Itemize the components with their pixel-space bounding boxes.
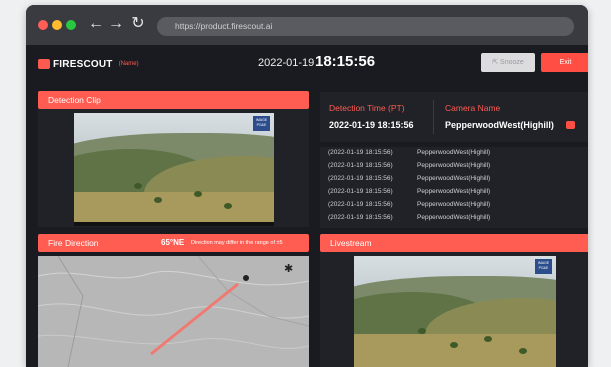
fire-direction-note: Direction may differ in the range of ±5	[191, 240, 283, 246]
detection-info-panel: Detection Time (PT) 2022-01-19 18:15:56 …	[320, 92, 588, 142]
detection-clip-image[interactable]: IMAGE PG&E	[74, 113, 274, 226]
log-row[interactable]: (2022-01-19 18:15:56) PepperwoodWest(High…	[328, 186, 578, 198]
current-time: 18:15:56	[315, 53, 376, 70]
camera-name-label: Camera Name	[445, 103, 501, 113]
maximize-window-button[interactable]	[66, 20, 76, 30]
livestream-header: Livestream	[320, 234, 588, 252]
close-window-button[interactable]	[38, 20, 48, 30]
browser-window: ← → ↻ https://product.firescout.ai FIRES…	[26, 5, 588, 367]
livestream-video[interactable]: IMAGE PG&E	[354, 256, 556, 367]
log-row[interactable]: (2022-01-19 18:15:56) PepperwoodWest(High…	[328, 147, 578, 159]
pge-badge: IMAGE PG&E	[535, 259, 552, 274]
top-bar: FIRESCOUT (Name) 2022-01-19 18:15:56 ⇱ S…	[26, 45, 588, 81]
browser-toolbar: ← → ↻ https://product.firescout.ai	[26, 5, 588, 45]
app-content: FIRESCOUT (Name) 2022-01-19 18:15:56 ⇱ S…	[26, 45, 588, 367]
detection-log: (2022-01-19 18:15:56) PepperwoodWest(High…	[320, 147, 588, 228]
exit-button[interactable]: Exit	[541, 53, 588, 72]
truck-icon	[38, 59, 50, 69]
fire-direction-degrees: 65°NE	[161, 238, 185, 247]
fire-direction-map[interactable]: ✱	[38, 256, 309, 367]
log-row[interactable]: (2022-01-19 18:15:56) PepperwoodWest(High…	[328, 199, 578, 211]
log-row[interactable]: (2022-01-19 18:15:56) PepperwoodWest(High…	[328, 160, 578, 172]
livestream-panel: Livestream IMAGE PG&E	[320, 234, 588, 367]
logo-name: (Name)	[118, 61, 139, 67]
fire-direction-header: Fire Direction 65°NE Direction may diffe…	[38, 234, 309, 252]
minimize-window-button[interactable]	[52, 20, 62, 30]
detection-time-label: Detection Time (PT)	[329, 103, 405, 113]
detection-time-value: 2022-01-19 18:15:56	[329, 120, 414, 130]
firescout-logo: FIRESCOUT (Name)	[38, 58, 139, 70]
back-arrow-icon[interactable]: ←	[86, 14, 106, 34]
url-bar[interactable]: https://product.firescout.ai	[157, 17, 574, 36]
detection-clip-panel: Detection Clip IMAGE PG&E	[38, 91, 309, 227]
reload-icon[interactable]: ↻	[128, 14, 148, 34]
pge-badge: IMAGE PG&E	[253, 116, 270, 131]
north-compass-icon: ✱	[284, 263, 294, 275]
forward-arrow-icon[interactable]: →	[106, 14, 126, 34]
snooze-label: Snooze	[500, 59, 524, 66]
log-row[interactable]: (2022-01-19 18:15:56) PepperwoodWest(High…	[328, 173, 578, 185]
snooze-button[interactable]: ⇱ Snooze	[481, 53, 535, 72]
camera-icon	[566, 121, 575, 129]
logo-text: FIRESCOUT	[53, 58, 113, 70]
fire-direction-title: Fire Direction	[48, 238, 99, 248]
camera-name-value: PepperwoodWest(Highill)	[445, 120, 554, 130]
log-row[interactable]: (2022-01-19 18:15:56) PepperwoodWest(High…	[328, 212, 578, 224]
detection-clip-header: Detection Clip	[38, 91, 309, 109]
snooze-icon: ⇱	[492, 59, 501, 66]
current-date: 2022-01-19	[258, 57, 315, 69]
